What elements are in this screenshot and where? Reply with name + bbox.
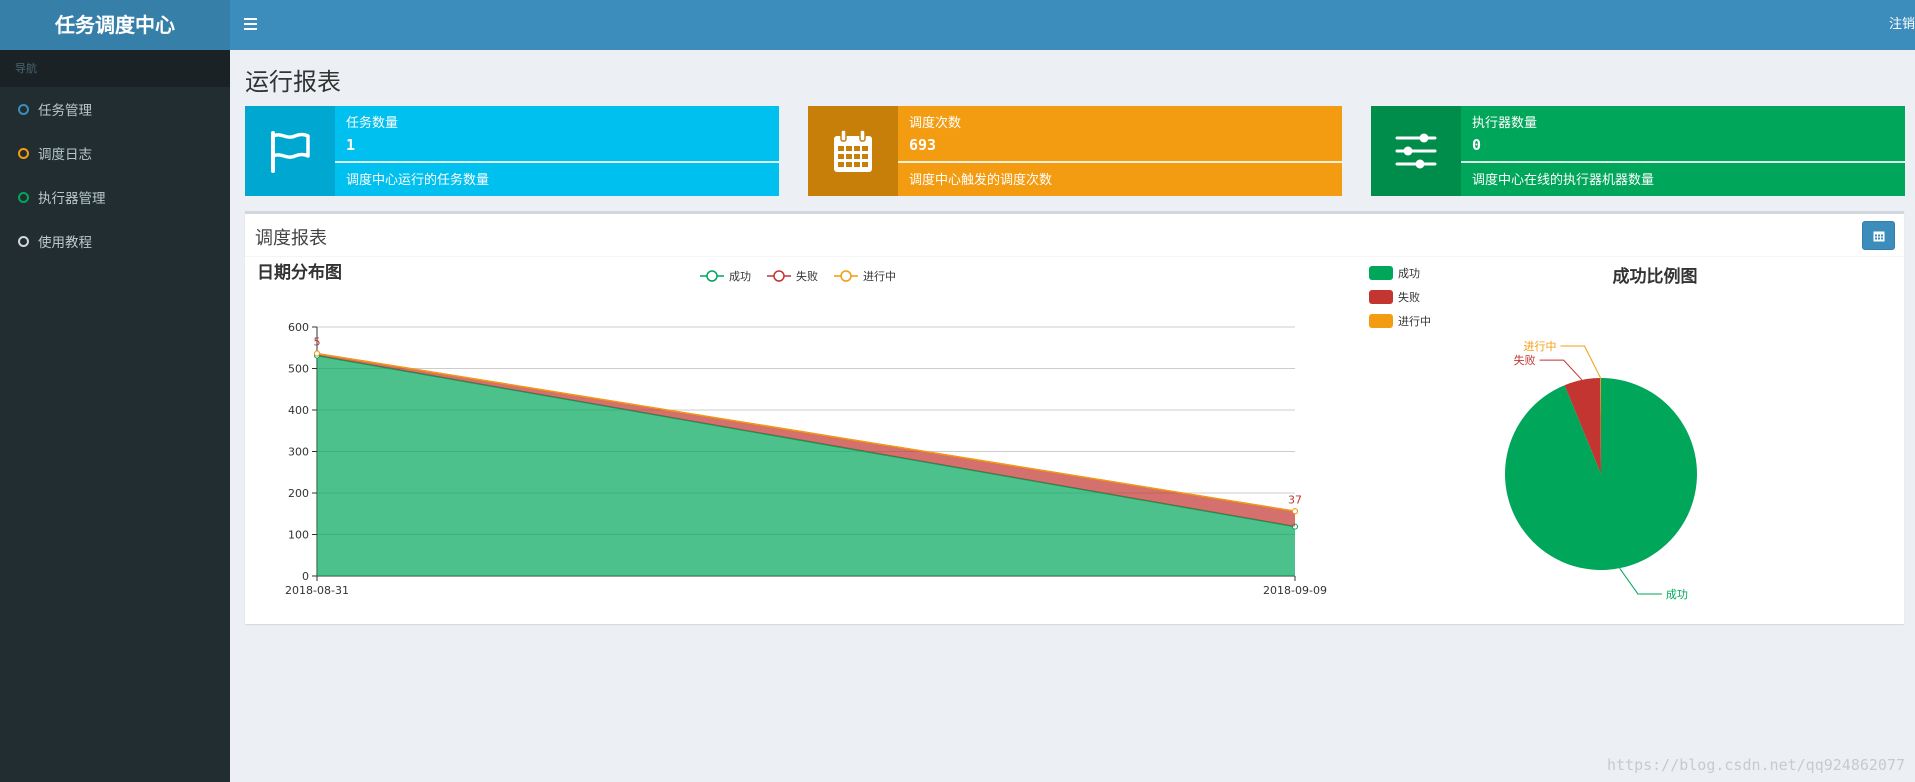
- y-tick-label: 600: [288, 321, 309, 334]
- legend-swatch: [1369, 290, 1393, 304]
- legend-item: 成功: [700, 270, 751, 283]
- slice-label: 失败: [1514, 353, 1536, 367]
- legend-label: 进行中: [863, 270, 896, 283]
- date-distribution-chart: 日期分布图 0 100 200 300 400 500 600 2018-08-31 2018-0…: [257, 262, 1327, 597]
- legend-label: 成功: [1398, 267, 1420, 280]
- legend-marker: [840, 270, 852, 282]
- x-tick-label: 2018-09-09: [1263, 584, 1327, 597]
- legend-label: 进行中: [1398, 315, 1431, 328]
- y-tick-label: 0: [302, 570, 309, 583]
- sidebar-item-label: 调度日志: [38, 147, 92, 163]
- data-label: 37: [1288, 493, 1302, 506]
- legend-label: 成功: [729, 270, 751, 283]
- chart-title: 成功比例图: [1613, 266, 1698, 287]
- stat-value: 693: [909, 136, 937, 154]
- stat-value: 0: [1472, 136, 1482, 154]
- stat-label: 任务数量: [346, 116, 399, 131]
- sidebar-item-executor[interactable]: 执行器管理: [0, 175, 230, 219]
- flag-icon: [245, 106, 335, 196]
- circle-icon: [18, 191, 29, 203]
- data-point: [1292, 508, 1298, 515]
- sidebar-toggle-icon[interactable]: [244, 15, 266, 35]
- top-navbar: 注销: [230, 0, 1915, 50]
- y-tick-label: 500: [288, 363, 309, 376]
- sliders-icon: [1371, 106, 1461, 196]
- y-tick-label: 100: [288, 529, 309, 542]
- stat-description: 调度中心在线的执行器机器数量: [1472, 173, 1655, 188]
- y-tick-label: 400: [288, 404, 309, 417]
- legend-marker: [773, 270, 785, 282]
- page-title: 运行报表: [245, 68, 341, 96]
- legend-item: 进行中: [834, 270, 896, 283]
- sidebar: 导航 任务管理 调度日志 执行器管理 使用教程: [0, 50, 230, 782]
- report-panel: 调度报表 日期分布图 0 100 200 300 400 500 600 2018-08-31 2…: [245, 211, 1904, 624]
- sidebar-item-label: 执行器管理: [38, 191, 106, 207]
- circle-icon: [18, 147, 29, 159]
- legend-swatch: [1369, 314, 1393, 328]
- legend-swatch: [1369, 266, 1393, 280]
- success-ratio-chart: 成功比例图成功失败进行中进行中失败成功: [1369, 266, 1698, 601]
- leader-line: [1619, 567, 1662, 595]
- legend-item: 失败: [767, 269, 818, 283]
- sidebar-item-label: 使用教程: [38, 235, 92, 251]
- stat-box-executor-count: 执行器数量 0 调度中心在线的执行器机器数量: [1371, 106, 1905, 196]
- stat-box-trigger-count: 调度次数 693 调度中心触发的调度次数: [808, 106, 1342, 196]
- y-tick-label: 300: [288, 446, 309, 459]
- circle-icon: [18, 235, 29, 247]
- data-label: 5: [314, 336, 321, 349]
- logout-button[interactable]: 注销: [1889, 0, 1915, 50]
- stat-value: 1: [346, 136, 356, 154]
- circle-icon: [18, 103, 29, 115]
- sidebar-item-help[interactable]: 使用教程: [0, 219, 230, 263]
- y-tick-label: 200: [288, 487, 309, 500]
- legend-label: 失败: [1398, 290, 1420, 304]
- progress-bar: [335, 161, 779, 163]
- chart-title: 日期分布图: [257, 262, 342, 283]
- stat-box-job-count: 任务数量 1 调度中心运行的任务数量: [245, 106, 779, 196]
- leader-line: [1560, 345, 1602, 379]
- watermark-text: https://blog.csdn.net/qq924862077: [1606, 756, 1905, 774]
- pie-slice: [1505, 378, 1697, 570]
- progress-bar: [898, 161, 1342, 163]
- stat-description: 调度中心触发的调度次数: [909, 173, 1053, 188]
- stat-label: 执行器数量: [1472, 116, 1538, 131]
- stat-label: 调度次数: [909, 116, 962, 131]
- stat-description: 调度中心运行的任务数量: [346, 173, 490, 188]
- slice-label: 成功: [1666, 588, 1688, 601]
- sidebar-item-job-log[interactable]: 调度日志: [0, 131, 230, 175]
- data-point: [314, 350, 320, 357]
- calendar-icon: [808, 106, 898, 196]
- sidebar-header: 导航: [0, 50, 230, 87]
- series-area: [317, 355, 1295, 576]
- leader-line: [1539, 359, 1583, 381]
- progress-bar: [1461, 161, 1905, 163]
- sidebar-item-label: 任务管理: [38, 103, 92, 119]
- x-tick-label: 2018-08-31: [285, 584, 349, 597]
- app-logo[interactable]: 任务调度中心: [0, 0, 230, 50]
- legend-label: 失败: [796, 269, 818, 283]
- slice-label: 进行中: [1524, 340, 1557, 353]
- legend-marker: [706, 270, 718, 282]
- sidebar-item-job-manage[interactable]: 任务管理: [0, 87, 230, 131]
